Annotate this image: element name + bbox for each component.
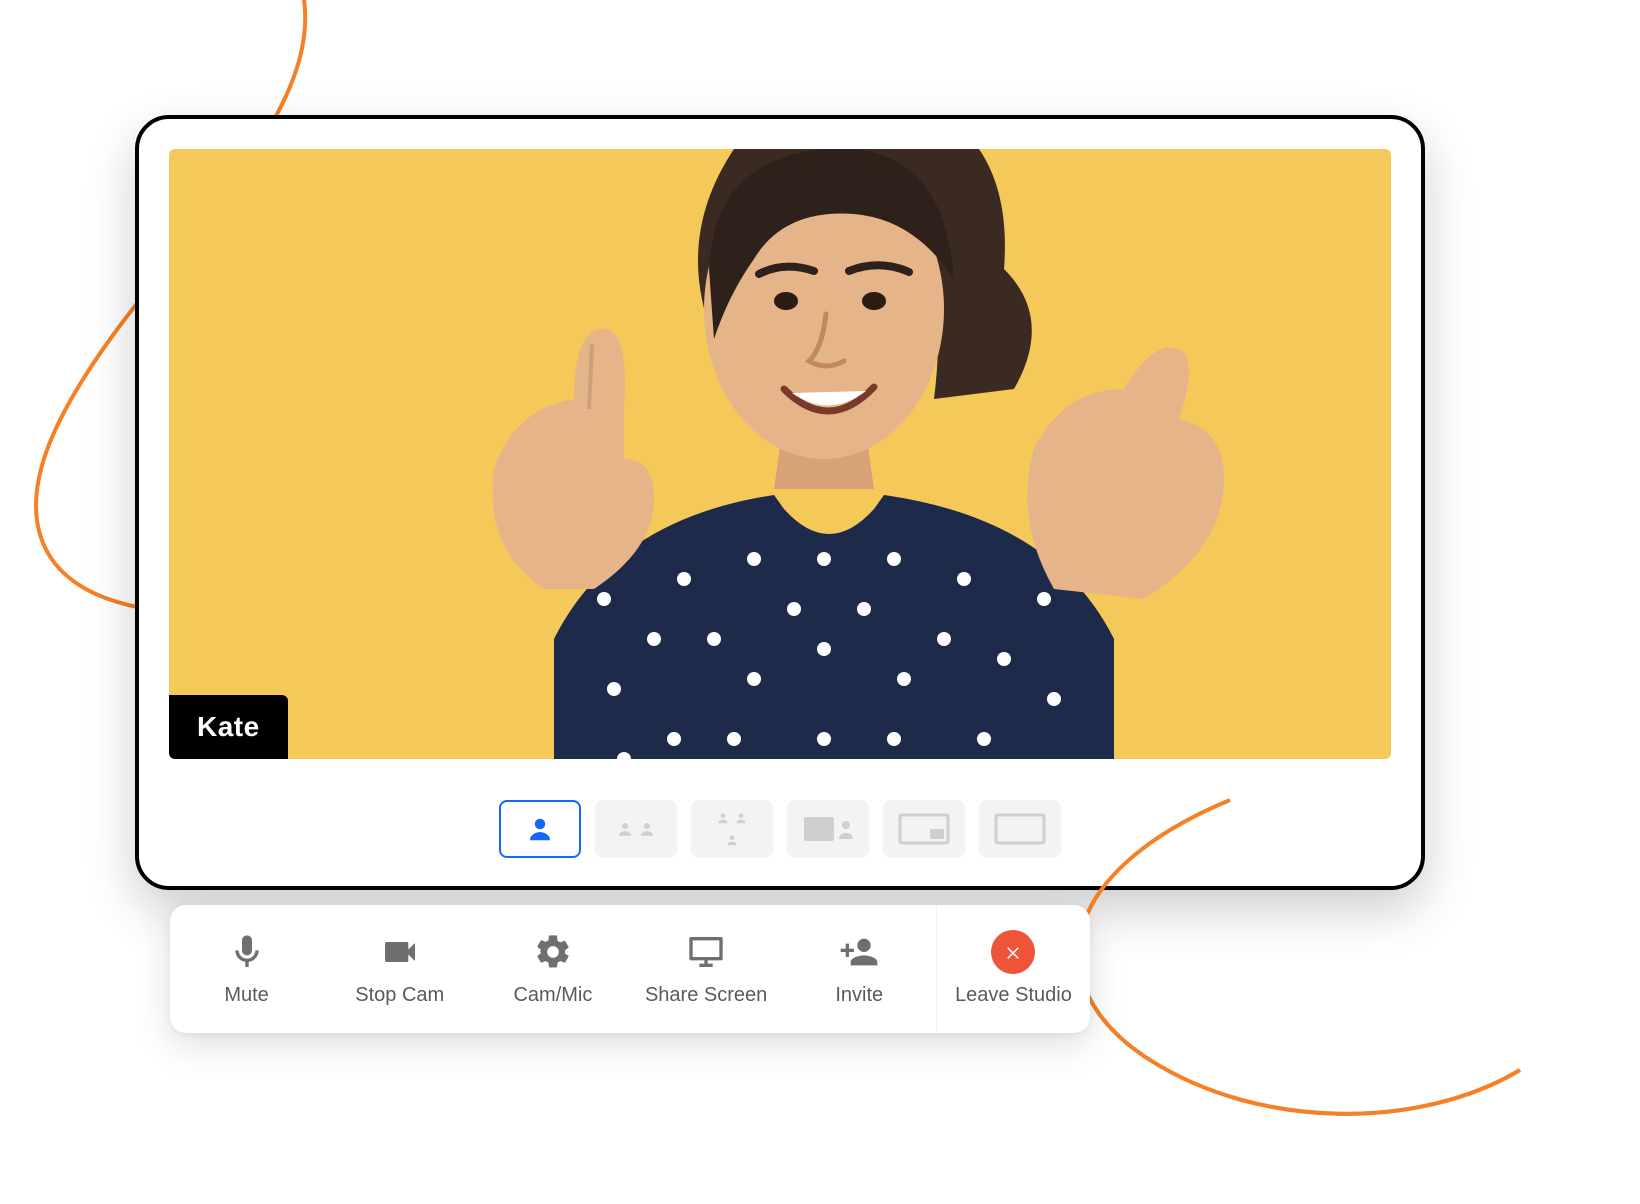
mute-button[interactable]: Mute (170, 905, 323, 1033)
participant-name: Kate (197, 711, 260, 742)
video-tile: Kate (169, 149, 1391, 759)
layout-three-up[interactable] (691, 800, 773, 858)
layout-wide-pip[interactable] (883, 800, 965, 858)
leave-studio-button[interactable]: Leave Studio (936, 905, 1090, 1033)
invite-label: Invite (835, 984, 883, 1007)
share-screen-button[interactable]: Share Screen (630, 905, 783, 1033)
add-person-icon (839, 932, 879, 972)
cam-mic-button[interactable]: Cam/Mic (476, 905, 629, 1033)
camera-icon (380, 932, 420, 972)
monitor-icon (686, 932, 726, 972)
layout-single[interactable] (499, 800, 581, 858)
layout-fullscreen[interactable] (979, 800, 1061, 858)
mute-label: Mute (224, 984, 268, 1007)
layout-pip[interactable] (787, 800, 869, 858)
invite-button[interactable]: Invite (783, 905, 936, 1033)
stop-cam-button[interactable]: Stop Cam (323, 905, 476, 1033)
leave-label: Leave Studio (955, 984, 1072, 1007)
microphone-icon (227, 932, 267, 972)
participant-video-placeholder (354, 149, 1274, 759)
layout-picker (139, 800, 1421, 858)
studio-window: Kate (135, 115, 1425, 890)
stop-cam-label: Stop Cam (355, 984, 444, 1007)
share-screen-label: Share Screen (645, 984, 767, 1007)
participant-name-tag: Kate (169, 695, 288, 759)
close-icon (991, 932, 1035, 972)
cam-mic-label: Cam/Mic (513, 984, 592, 1007)
gear-icon (533, 932, 573, 972)
layout-two-up[interactable] (595, 800, 677, 858)
call-toolbar: Mute Stop Cam Cam/Mic Share Screen Invit… (170, 905, 1090, 1033)
